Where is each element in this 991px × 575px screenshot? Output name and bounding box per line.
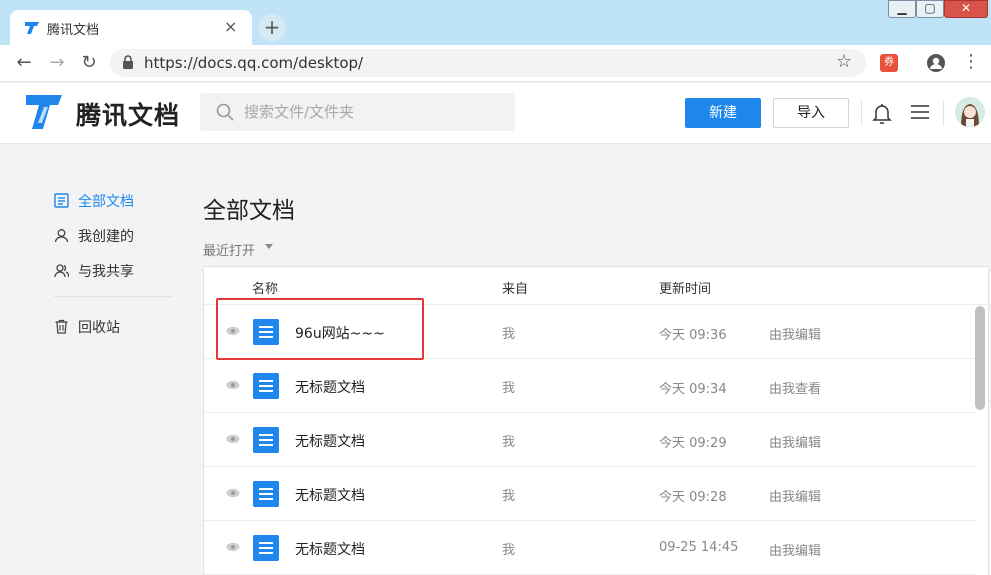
eye-icon xyxy=(226,488,240,498)
close-window-button[interactable]: ✕ xyxy=(944,0,988,18)
reload-icon[interactable]: ↻ xyxy=(77,51,101,75)
forward-arrow-icon[interactable]: → xyxy=(45,51,69,75)
browser-tab[interactable]: 腾讯文档 × xyxy=(10,10,252,45)
app-logo-text: 腾讯文档 xyxy=(76,101,181,130)
document-updated-time: 09-25 14:45 xyxy=(659,540,739,555)
browser-titlebar: 腾讯文档 × + ▁ ▢ ✕ xyxy=(0,0,991,45)
document-updated-time: 今天 09:34 xyxy=(659,382,727,397)
column-header-time[interactable]: 更新时间 xyxy=(659,278,711,297)
document-icon xyxy=(253,481,279,507)
document-name[interactable]: 无标题文档 xyxy=(295,431,365,451)
menu-icon[interactable] xyxy=(910,104,930,120)
document-owner: 我 xyxy=(502,489,516,504)
document-owner: 我 xyxy=(502,543,516,558)
list-scrollbar[interactable] xyxy=(975,306,985,410)
document-last-action: 由我编辑 xyxy=(769,490,822,505)
table-row[interactable]: 无标题文档 我 今天 09:29 由我编辑 xyxy=(204,413,976,467)
document-last-action: 由我查看 xyxy=(769,382,822,397)
sidebar: 全部文档 我创建的 与我共享 回收站 xyxy=(0,145,190,575)
url-text: https://docs.qq.com/desktop/ xyxy=(144,54,364,72)
minimize-button[interactable]: ▁ xyxy=(888,0,916,18)
header-divider xyxy=(943,100,944,126)
eye-icon xyxy=(226,380,240,390)
user-avatar[interactable] xyxy=(955,97,985,127)
document-owner: 我 xyxy=(502,435,516,450)
document-last-action: 由我编辑 xyxy=(769,328,822,343)
sidebar-item-label: 回收站 xyxy=(78,320,120,336)
document-owner: 我 xyxy=(502,381,516,396)
maximize-button[interactable]: ▢ xyxy=(916,0,944,18)
document-icon xyxy=(253,373,279,399)
document-name[interactable]: 无标题文档 xyxy=(295,539,365,559)
tencent-docs-logo-icon[interactable] xyxy=(24,93,64,131)
document-name[interactable]: 无标题文档 xyxy=(295,377,365,397)
document-owner: 我 xyxy=(502,327,516,342)
import-button[interactable]: 导入 xyxy=(773,98,849,128)
sort-dropdown[interactable]: 最近打开 xyxy=(203,240,255,259)
tencent-docs-favicon-icon xyxy=(25,22,39,34)
new-document-button[interactable]: 新建 xyxy=(685,98,761,128)
window-controls: ▁ ▢ ✕ xyxy=(886,0,991,20)
column-header-from[interactable]: 来自 xyxy=(502,278,528,297)
document-icon xyxy=(253,427,279,453)
tab-close-icon[interactable]: × xyxy=(224,17,237,36)
shared-users-icon xyxy=(54,264,69,278)
app-header: 腾讯文档 新建 导入 xyxy=(0,83,991,144)
document-last-action: 由我编辑 xyxy=(769,544,822,559)
document-icon xyxy=(253,535,279,561)
lock-icon xyxy=(123,55,133,69)
sidebar-item-label: 全部文档 xyxy=(78,194,134,210)
document-updated-time: 今天 09:28 xyxy=(659,490,727,505)
header-divider xyxy=(861,100,862,126)
coupon-extension-icon[interactable]: 券 xyxy=(880,54,898,72)
profile-icon[interactable] xyxy=(926,53,946,73)
browser-toolbar: ← → ↻ https://docs.qq.com/desktop/ ☆ 券 ⋮ xyxy=(0,45,991,82)
tab-title: 腾讯文档 xyxy=(47,23,100,38)
table-row[interactable]: 无标题文档 我 09-25 14:45 由我编辑 xyxy=(204,521,976,575)
document-updated-time: 今天 09:29 xyxy=(659,436,727,451)
browser-menu-icon[interactable]: ⋮ xyxy=(962,51,980,72)
search-icon xyxy=(216,103,234,121)
search-input[interactable] xyxy=(244,99,504,125)
trash-icon xyxy=(55,319,68,334)
notification-bell-icon[interactable] xyxy=(872,102,892,124)
document-updated-time: 今天 09:36 xyxy=(659,328,727,343)
new-tab-button[interactable]: + xyxy=(258,14,286,42)
sidebar-item-label: 我创建的 xyxy=(78,229,134,245)
document-last-action: 由我编辑 xyxy=(769,436,822,451)
column-header-name[interactable]: 名称 xyxy=(252,278,278,297)
page-title: 全部文档 xyxy=(203,198,295,224)
eye-icon xyxy=(226,434,240,444)
user-icon xyxy=(54,229,69,243)
table-row[interactable]: 无标题文档 我 今天 09:34 由我查看 xyxy=(204,359,976,413)
doc-list-icon xyxy=(54,193,69,208)
bookmark-star-icon[interactable]: ☆ xyxy=(836,51,852,72)
sidebar-item-label: 与我共享 xyxy=(78,264,134,280)
eye-icon xyxy=(226,542,240,552)
search-box[interactable] xyxy=(200,93,515,131)
sidebar-divider xyxy=(54,296,172,297)
chevron-down-icon[interactable] xyxy=(265,244,273,249)
table-row[interactable]: 无标题文档 我 今天 09:28 由我编辑 xyxy=(204,467,976,521)
address-bar[interactable]: https://docs.qq.com/desktop/ ☆ xyxy=(110,49,866,77)
back-arrow-icon[interactable]: ← xyxy=(12,51,36,75)
document-name[interactable]: 无标题文档 xyxy=(295,485,365,505)
highlight-annotation-box xyxy=(216,298,424,360)
